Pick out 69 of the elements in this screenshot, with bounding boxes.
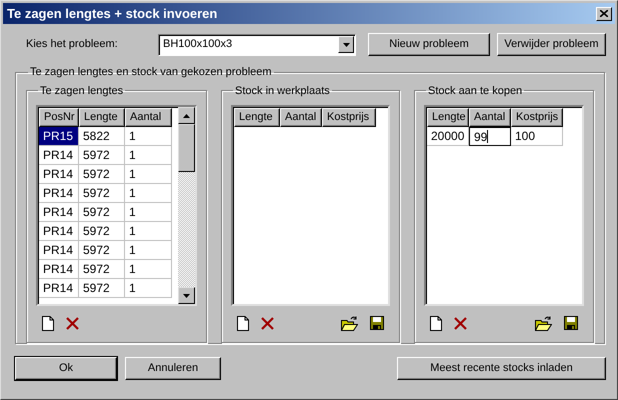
scrollbar-thumb[interactable] [178,124,195,172]
delete-problem-button[interactable]: Verwijder probleem [497,33,606,56]
ok-button[interactable]: Ok [15,357,117,380]
table-cell: PR14 [39,146,79,165]
close-icon [600,10,608,17]
table-cell: 1 [125,203,172,222]
delete-icon[interactable] [454,316,467,330]
table-cell: 1 [125,184,172,203]
table-cell: 1 [125,165,172,184]
save-disk-icon[interactable] [370,316,384,330]
new-problem-button[interactable]: Nieuw probleem [368,33,490,56]
table-cell: 20000 [427,127,469,146]
table-cell: PR14 [39,260,79,279]
table-cell: 5972 [79,260,125,279]
problem-dropdown[interactable]: BH100x100x3 [158,34,356,56]
table-cell: 5972 [79,222,125,241]
panel-title: Te zagen lengtes [39,84,124,98]
panel-title: Stock aan te kopen [427,84,524,98]
table-cell: PR14 [39,165,79,184]
column-header[interactable]: PosNr [39,108,79,127]
window-title: Te zagen lengtes + stock invoeren [7,4,218,23]
group-title: Te zagen lengtes en stock van gekozen probleem [29,65,273,80]
column-header[interactable]: Lengte [234,108,280,127]
new-document-icon[interactable] [42,316,54,330]
table-cell: PR14 [39,184,79,203]
column-header[interactable]: Aantal [280,108,322,127]
table-cell: 5972 [79,203,125,222]
table-cell: 5822 [79,127,125,146]
down-arrow-icon [183,294,190,298]
text-cursor [487,130,488,143]
table-cell: 1 [125,127,172,146]
table-cell: 5972 [79,184,125,203]
open-folder-icon[interactable] [535,316,552,330]
column-header[interactable]: Lengte [79,108,125,127]
open-folder-icon[interactable] [341,316,358,330]
table-cell: PR14 [39,203,79,222]
table-cell: 1 [125,279,172,298]
cancel-button[interactable]: Annuleren [125,357,221,380]
delete-icon[interactable] [66,316,79,330]
table-cell: PR15 [39,127,79,146]
table-cell: 1 [125,146,172,165]
table-cell: PR14 [39,279,79,298]
table-cell: 5972 [79,279,125,298]
field-label: Kies het probleem: [25,37,119,52]
new-document-icon[interactable] [430,316,442,330]
table-cell: 5972 [79,146,125,165]
table-cell: 1 [125,260,172,279]
column-header[interactable]: Kostprijs [511,108,563,127]
delete-icon[interactable] [261,316,274,330]
table-cell: 5972 [79,165,125,184]
panel-title: Stock in werkplaats [234,84,331,98]
cell-edit-field[interactable]: 99 [469,127,511,146]
table-cell: PR14 [39,241,79,260]
close-button[interactable] [596,6,612,20]
scroll-down-button[interactable] [178,287,195,304]
column-header[interactable]: Kostprijs [322,108,376,127]
table-cell: 1 [125,222,172,241]
load-stocks-button[interactable]: Meest recente stocks inladen [397,357,606,380]
column-header[interactable]: Lengte [427,108,469,127]
table-cell: 100 [511,127,563,146]
column-header[interactable]: Aantal [125,108,172,127]
up-arrow-icon [183,114,190,118]
table-cell: 5972 [79,241,125,260]
table-cell: PR14 [39,222,79,241]
table-cell: 1 [125,241,172,260]
save-disk-icon[interactable] [564,316,578,330]
column-header[interactable]: Aantal [469,108,511,127]
scroll-up-button[interactable] [178,107,195,124]
new-document-icon[interactable] [237,316,249,330]
